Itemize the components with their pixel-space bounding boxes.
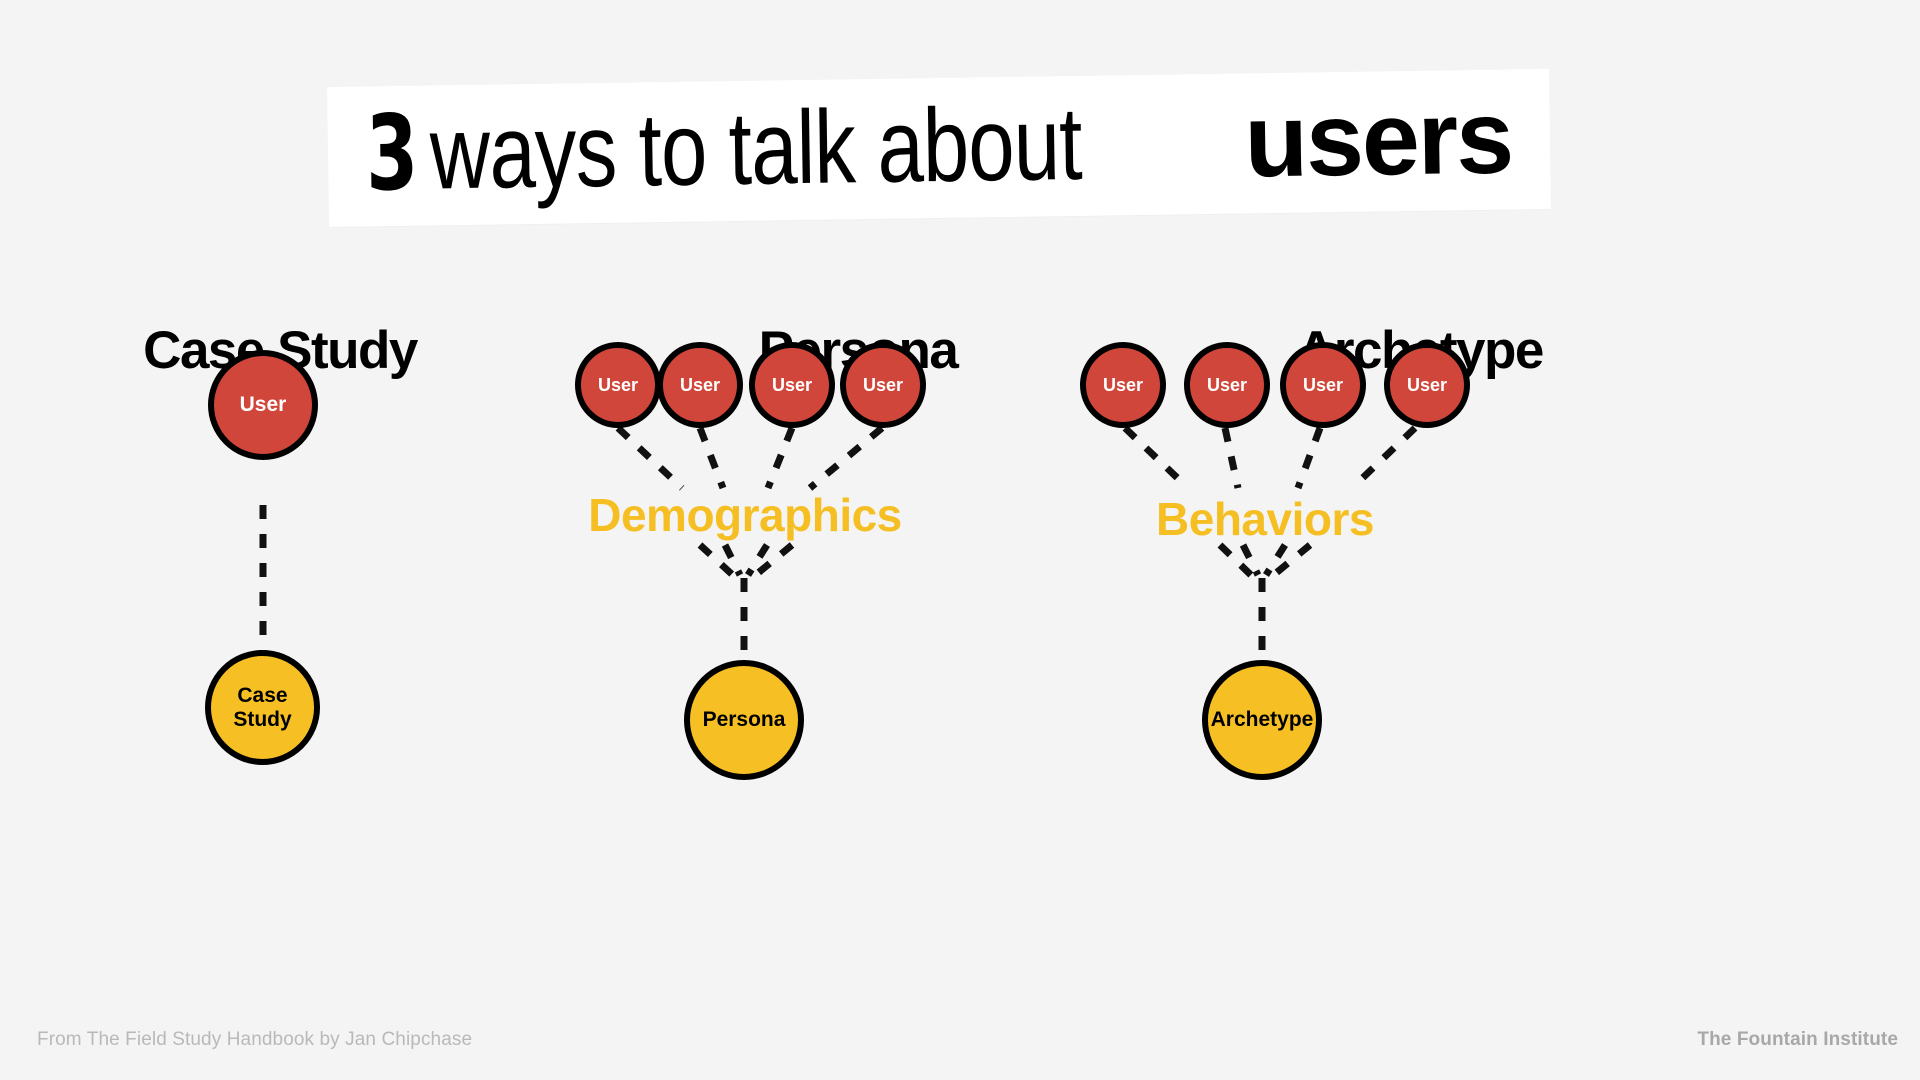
- connector-line: [1122, 425, 1191, 491]
- user-node-label: User: [239, 393, 287, 416]
- connector-line: [696, 426, 727, 490]
- title-emphasis: users: [1243, 79, 1513, 199]
- user-node[interactable]: User: [1184, 342, 1270, 428]
- user-node[interactable]: User: [208, 350, 318, 460]
- title-number: 3: [365, 91, 419, 214]
- output-node-label: Archetype: [1210, 708, 1314, 731]
- user-node-label: User: [1102, 374, 1144, 395]
- column-archetype: Archetype User User User User Behaviors …: [1080, 300, 1640, 1000]
- user-node-label: User: [597, 374, 639, 395]
- user-node[interactable]: User: [575, 342, 661, 428]
- title-banner: 3 ways to talk about users: [327, 68, 1551, 228]
- output-node-label: Case Study: [233, 683, 292, 731]
- user-node[interactable]: User: [840, 342, 926, 428]
- output-node-archetype[interactable]: Archetype: [1202, 660, 1322, 780]
- user-node-label: User: [1406, 374, 1448, 395]
- output-node-persona[interactable]: Persona: [684, 660, 804, 780]
- user-node-label: User: [1302, 374, 1344, 395]
- user-node[interactable]: User: [1280, 342, 1366, 428]
- output-node-label: Persona: [702, 708, 786, 731]
- page-title: 3 ways to talk about users: [365, 79, 1513, 214]
- user-node[interactable]: User: [749, 342, 835, 428]
- connector-line: [1221, 427, 1242, 489]
- group-label-demographics: Demographics: [588, 489, 902, 541]
- connectors-case-study: [259, 505, 267, 655]
- connector-line: [807, 425, 885, 491]
- user-node-label: User: [862, 374, 904, 395]
- connector-line: [615, 425, 685, 491]
- column-case-study: Case Study User Case Study: [60, 300, 580, 1000]
- user-node-label: User: [679, 374, 721, 395]
- connector-line: [749, 542, 795, 581]
- user-node-label: User: [1206, 374, 1248, 395]
- user-node[interactable]: User: [1080, 342, 1166, 428]
- title-middle: ways to talk about: [429, 85, 1083, 212]
- connector-line: [764, 426, 796, 490]
- user-node[interactable]: User: [1384, 342, 1470, 428]
- connector-line: [1267, 542, 1313, 581]
- footer-source-credit: From The Field Study Handbook by Jan Chi…: [37, 1029, 473, 1050]
- connector-line: [1294, 426, 1324, 490]
- user-node[interactable]: User: [657, 342, 743, 428]
- column-persona: Persona User User User User Demographics…: [560, 300, 1080, 1000]
- footer-brand: The Fountain Institute: [1697, 1029, 1898, 1050]
- connector-line: [1349, 425, 1418, 491]
- output-node-case-study[interactable]: Case Study: [205, 650, 320, 765]
- group-label-behaviors: Behaviors: [1156, 493, 1374, 545]
- user-node-label: User: [771, 374, 813, 395]
